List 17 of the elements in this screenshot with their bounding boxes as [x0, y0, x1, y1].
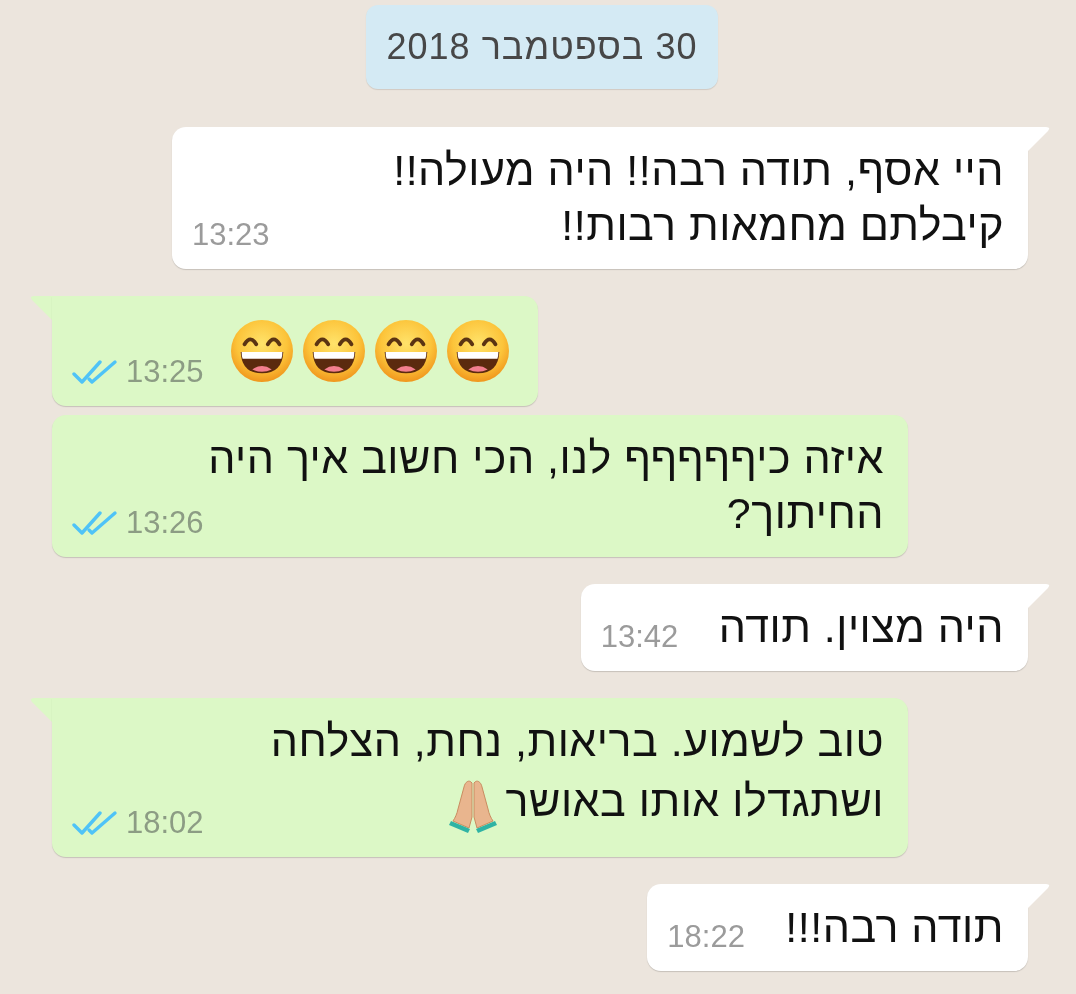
message-text: היה מצוין. תודה — [718, 603, 1004, 651]
message-time: 13:23 — [192, 217, 270, 253]
grinning-face-icon — [375, 320, 437, 382]
grinning-face-icon — [303, 320, 365, 382]
message-time: 18:02 — [126, 805, 204, 841]
message-text: תודה רבה!!! — [785, 903, 1004, 951]
grinning-face-icon — [447, 320, 509, 382]
message-time: 13:42 — [600, 619, 679, 655]
folded-hands-icon — [447, 777, 498, 833]
message-time: 18:22 — [667, 919, 745, 955]
message-time: 13:25 — [126, 354, 204, 390]
message-text: איזה כיףףףףף לנו, הכי חשוב איך היה החיתוך? — [208, 434, 884, 537]
grinning-face-icon — [231, 320, 293, 382]
message-time: 13:26 — [126, 505, 204, 541]
message-text: טוב לשמוע. בריאות, נחת, הצלחה ושתגדלו אותו באושר — [270, 717, 884, 826]
date-separator: 30 בספטמבר 2018 — [365, 5, 719, 89]
message-text: היי אסף, תודה רבה!! היה מעולה!! קיבלתם מחמאות רבות!! — [393, 146, 1004, 249]
